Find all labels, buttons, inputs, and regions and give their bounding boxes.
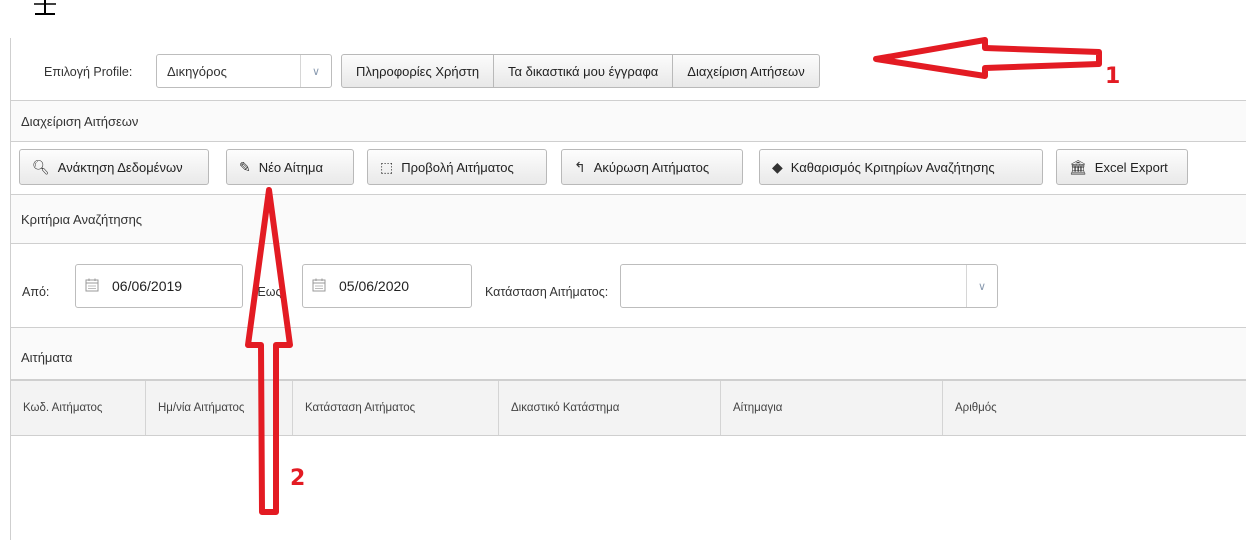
view-request-label: Προβολή Αιτήματος: [401, 159, 514, 175]
excel-export-button[interactable]: 🏛︎ Excel Export: [1056, 149, 1188, 185]
new-request-button[interactable]: ✎ Νέο Αίτημα: [226, 149, 354, 185]
cancel-request-label: Ακύρωση Αιτήματος: [593, 159, 710, 175]
excel-export-label: Excel Export: [1094, 159, 1168, 175]
to-date-input[interactable]: 05/06/2020: [302, 264, 472, 308]
column-header-request-for[interactable]: Αίτημαγια: [721, 381, 943, 435]
undo-icon: ↰: [574, 158, 586, 175]
search-criteria-panel: Από: 06/06/2019 Έως: 05/06/2020 Κατάστασ…: [10, 244, 1246, 328]
profile-select[interactable]: Δικηγόρος ∨: [156, 54, 332, 88]
annotation-number-1: 1: [1105, 64, 1121, 89]
column-header-court[interactable]: Δικαστικό Κατάστημα: [499, 381, 721, 435]
column-header-request-status[interactable]: Κατάσταση Αιτήματος: [293, 381, 499, 435]
chevron-down-icon[interactable]: ∨: [966, 265, 997, 307]
search-icon: 🔍︎: [32, 158, 50, 175]
retrieve-data-button[interactable]: 🔍︎ Ανάκτηση Δεδομένων: [19, 149, 209, 185]
from-label: Από:: [22, 285, 50, 299]
requests-table-body: [10, 436, 1246, 540]
tab-user-info[interactable]: Πληροφορίες Χρήστη: [341, 54, 495, 88]
chevron-down-icon[interactable]: ∨: [300, 55, 331, 87]
profile-label: Επιλογή Profile:: [44, 65, 133, 79]
logo-icon: [34, 0, 56, 15]
eraser-icon: ◆: [772, 158, 783, 175]
new-request-label: Νέο Αίτημα: [258, 159, 323, 175]
tab-request-management[interactable]: Διαχείριση Αιτήσεων: [672, 54, 820, 88]
tab-my-court-documents[interactable]: Τα δικαστικά μου έγγραφα: [493, 54, 674, 88]
excel-icon: 🏛︎: [1069, 158, 1087, 175]
section-header-requests: Αιτήματα: [10, 328, 1246, 380]
to-label: Έως:: [256, 285, 286, 299]
column-header-request-code[interactable]: Κωδ. Αιτήματος: [11, 381, 146, 435]
status-label: Κατάσταση Αιτήματος:: [485, 285, 609, 299]
calendar-icon[interactable]: [312, 278, 326, 292]
column-header-number[interactable]: Αριθμός: [943, 381, 1246, 435]
to-date-value: 05/06/2020: [339, 278, 410, 294]
section-header-requests-management: Διαχείριση Αιτήσεων: [10, 100, 1246, 142]
clear-criteria-label: Καθαρισμός Κριτηρίων Αναζήτησης: [790, 159, 995, 175]
cancel-request-button[interactable]: ↰ Ακύρωση Αιτήματος: [561, 149, 743, 185]
from-date-value: 06/06/2019: [112, 278, 183, 294]
requests-title: Αιτήματα: [21, 350, 73, 365]
calendar-icon[interactable]: [85, 278, 99, 292]
clear-criteria-button[interactable]: ◆ Καθαρισμός Κριτηρίων Αναζήτησης: [759, 149, 1043, 185]
profile-select-value: Δικηγόρος: [167, 64, 227, 79]
column-header-request-date[interactable]: Ημ/νία Αιτήματος: [146, 381, 293, 435]
section-header-search-criteria: Κριτήρια Αναζήτησης: [10, 194, 1246, 244]
search-criteria-title: Κριτήρια Αναζήτησης: [21, 212, 143, 227]
annotation-number-2: 2: [290, 466, 306, 491]
status-select[interactable]: ∨: [620, 264, 998, 308]
edit-icon: ✎: [239, 158, 251, 175]
view-request-button[interactable]: ⬚ Προβολή Αιτήματος: [367, 149, 547, 185]
top-tabs: Πληροφορίες Χρήστη Τα δικαστικά μου έγγρ…: [341, 54, 820, 88]
profile-bar: Επιλογή Profile: Δικηγόρος ∨ Πληροφορίες…: [10, 38, 1246, 100]
view-icon: ⬚: [380, 158, 394, 175]
toolbar: 🔍︎ Ανάκτηση Δεδομένων ✎ Νέο Αίτημα ⬚ Προ…: [10, 142, 1246, 194]
section-title: Διαχείριση Αιτήσεων: [21, 114, 139, 129]
retrieve-data-label: Ανάκτηση Δεδομένων: [57, 159, 183, 175]
from-date-input[interactable]: 06/06/2019: [75, 264, 243, 308]
requests-table-header: Κωδ. Αιτήματος Ημ/νία Αιτήματος Κατάστασ…: [10, 380, 1246, 436]
